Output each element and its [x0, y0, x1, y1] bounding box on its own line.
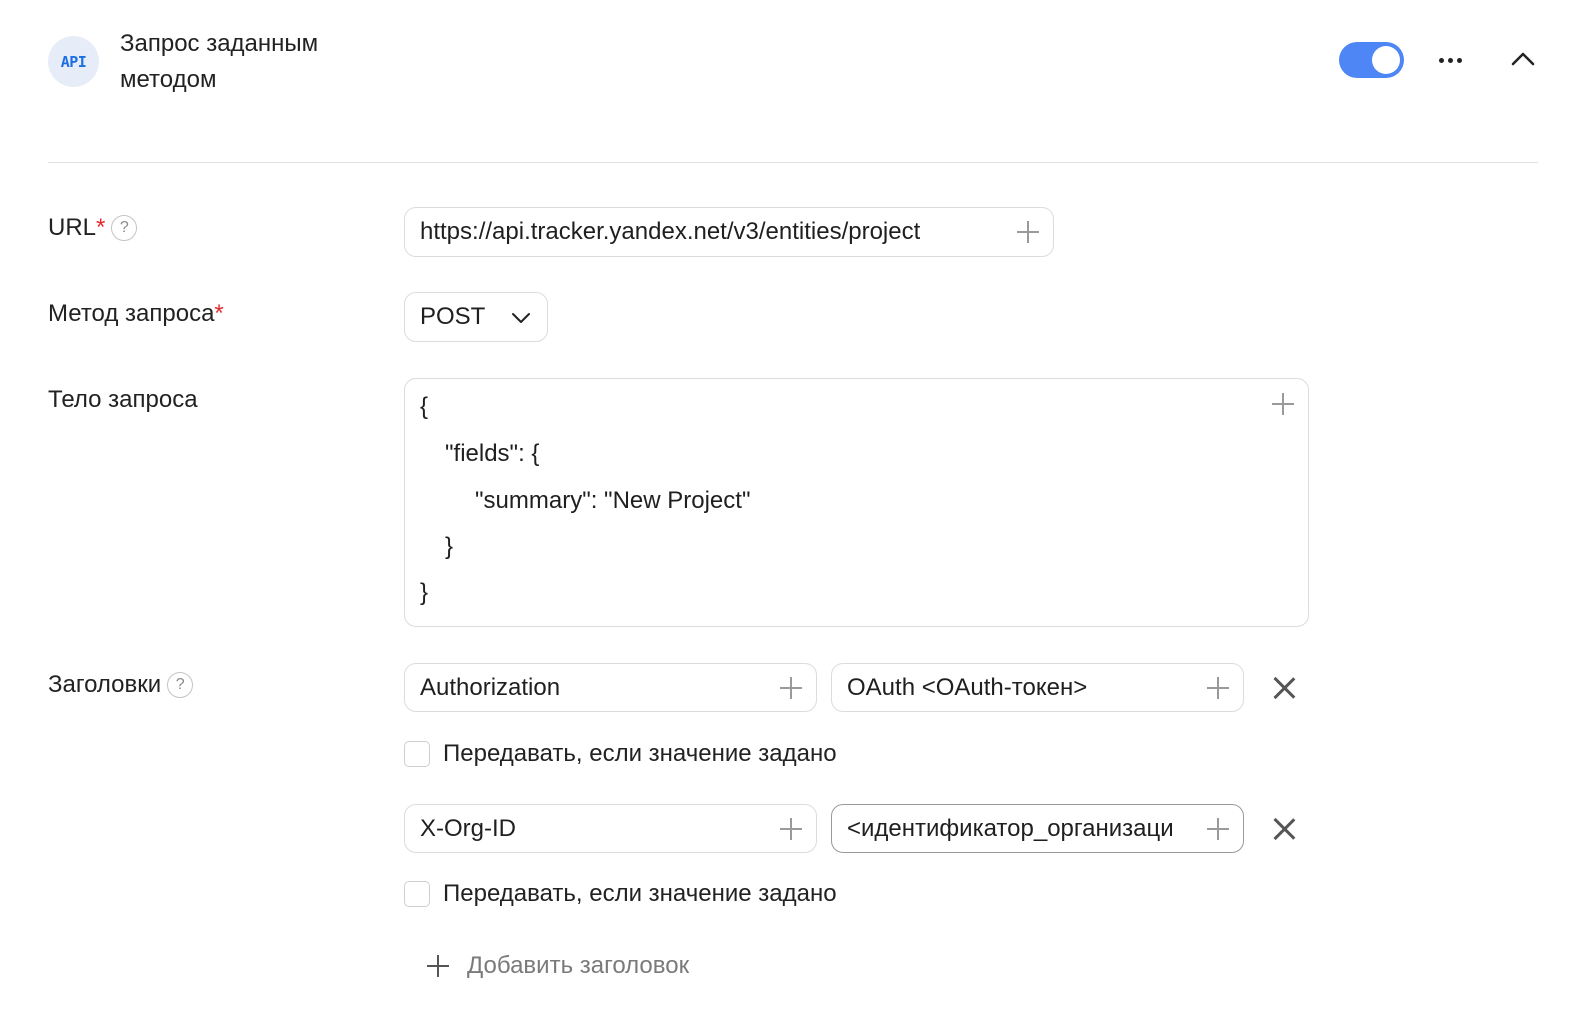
toggle-knob: [1372, 46, 1400, 74]
method-select[interactable]: POST: [404, 292, 548, 342]
header-name-value: Authorization: [420, 673, 561, 701]
header-divider: [48, 162, 1538, 163]
send-if-set-checkbox[interactable]: [404, 881, 430, 907]
enable-toggle[interactable]: [1339, 42, 1404, 78]
code-line: {: [420, 393, 429, 420]
header-value-input[interactable]: OAuth <OAuth-токен>: [831, 663, 1244, 712]
header-value-value: <идентификатор_организаци: [847, 814, 1174, 842]
send-if-set-label: Передавать, если значение задано: [443, 880, 837, 907]
remove-header-icon[interactable]: [1272, 817, 1296, 841]
send-if-set-checkbox[interactable]: [404, 741, 430, 767]
help-icon[interactable]: ?: [167, 672, 194, 698]
code-line: }: [445, 533, 454, 560]
action-title-line1: Запрос заданным: [120, 30, 319, 57]
method-label: Метод запроса *: [48, 300, 224, 328]
action-header: API Запрос заданным методом: [48, 26, 1538, 106]
send-if-set-label: Передавать, если значение задано: [443, 740, 837, 767]
action-title-line2: методом: [120, 66, 217, 93]
action-title: Запрос заданным методом: [120, 26, 440, 98]
remove-header-icon[interactable]: [1272, 676, 1296, 700]
insert-variable-icon[interactable]: [1017, 221, 1039, 243]
insert-variable-icon[interactable]: [780, 677, 802, 699]
header-value-input[interactable]: <идентификатор_организаци: [831, 804, 1244, 853]
insert-variable-icon[interactable]: [1207, 677, 1229, 699]
body-label-text: Тело запроса: [48, 386, 198, 413]
code-line: }: [420, 579, 429, 606]
add-header-button[interactable]: Добавить заголовок: [427, 952, 689, 980]
header-value-value: OAuth <OAuth-токен>: [847, 673, 1088, 701]
url-value: https://api.tracker.yandex.net/v3/entiti…: [420, 218, 921, 245]
header-name-input[interactable]: Authorization: [404, 663, 817, 712]
url-label-text: URL: [48, 214, 97, 241]
insert-variable-icon[interactable]: [780, 818, 802, 840]
help-icon[interactable]: ?: [111, 215, 138, 241]
api-icon: API: [48, 36, 99, 87]
chevron-up-icon[interactable]: [1508, 44, 1538, 74]
plus-icon: [427, 955, 449, 977]
header-name-value: X-Org-ID: [420, 814, 516, 842]
insert-variable-icon[interactable]: [1207, 818, 1229, 840]
insert-variable-icon[interactable]: [1272, 393, 1294, 415]
send-if-set-row: Передавать, если значение задано: [404, 880, 837, 908]
method-label-text: Метод запроса: [48, 300, 215, 327]
url-label: URL * ?: [48, 214, 138, 242]
method-value: POST: [420, 303, 486, 330]
code-line: "fields": {: [445, 440, 540, 467]
header-name-input[interactable]: X-Org-ID: [404, 804, 817, 853]
body-textarea[interactable]: { "fields": { "summary": "New Project" }…: [404, 378, 1309, 627]
chevron-down-icon: [512, 313, 530, 323]
required-mark: *: [96, 214, 106, 241]
required-mark: *: [214, 300, 224, 327]
headers-label: Заголовки ?: [48, 671, 194, 699]
api-badge-text: API: [60, 52, 87, 71]
send-if-set-row: Передавать, если значение задано: [404, 740, 837, 768]
body-label: Тело запроса: [48, 386, 198, 414]
add-header-label: Добавить заголовок: [467, 952, 690, 979]
code-line: "summary": "New Project": [475, 487, 751, 514]
url-input[interactable]: https://api.tracker.yandex.net/v3/entiti…: [404, 207, 1054, 257]
more-options-icon[interactable]: [1432, 46, 1468, 74]
headers-label-text: Заголовки: [48, 671, 162, 698]
